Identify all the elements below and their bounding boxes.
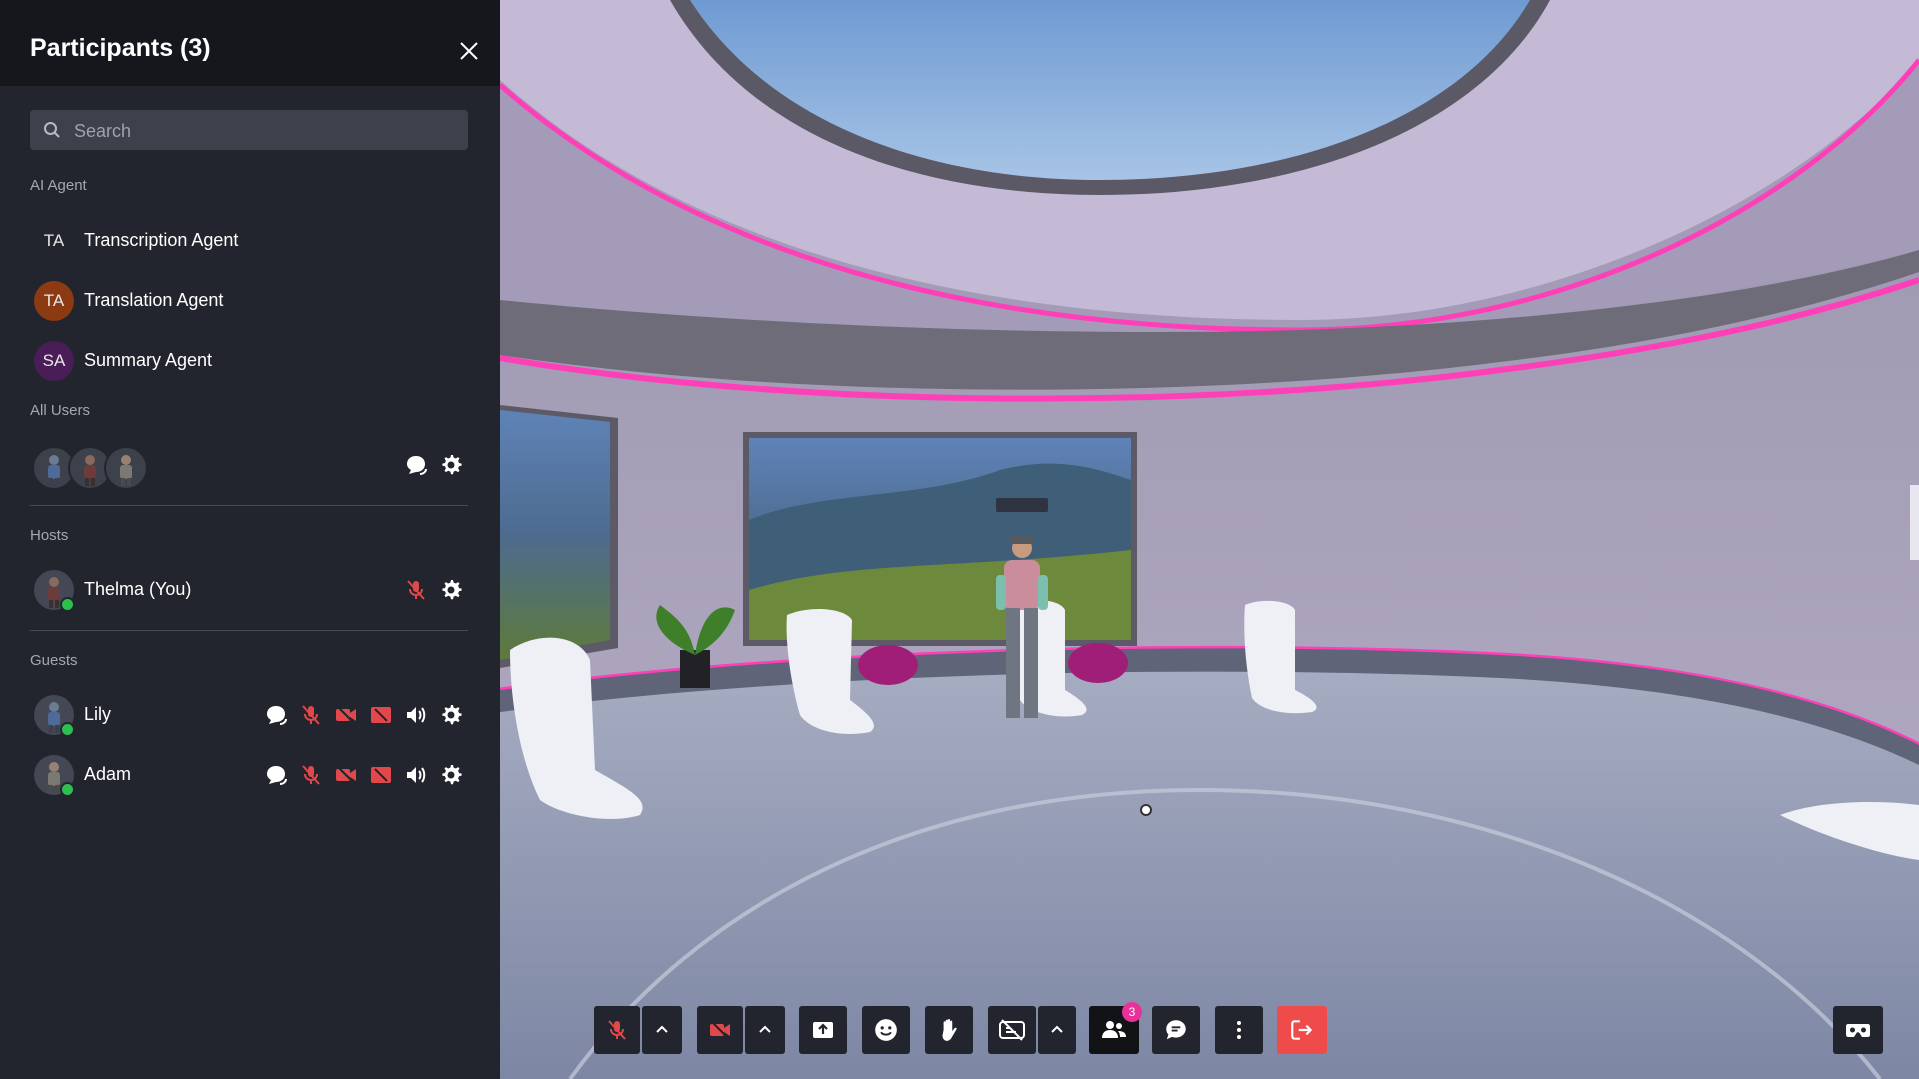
section-label-ai-agent: AI Agent	[30, 177, 87, 194]
search-icon	[44, 122, 60, 138]
online-status-indicator	[60, 597, 75, 612]
panel-header: Participants (3)	[0, 0, 500, 86]
emoji-icon	[875, 1019, 897, 1041]
section-label-all-users: All Users	[30, 402, 91, 419]
hand-icon	[942, 1019, 957, 1041]
chat-button[interactable]	[1152, 1006, 1200, 1054]
chevron-up-icon	[759, 1025, 771, 1033]
participant-name: Translation Agent	[84, 290, 224, 310]
search-box	[30, 110, 468, 152]
camera-options-button[interactable]	[745, 1006, 785, 1054]
mic-options-button[interactable]	[642, 1006, 682, 1054]
leave-icon	[1291, 1020, 1313, 1040]
list-item-thelma[interactable]: Thelma (You)	[30, 567, 470, 613]
chevron-up-icon	[656, 1025, 668, 1033]
divider	[30, 630, 468, 631]
vr-mode-button[interactable]	[1833, 1006, 1883, 1054]
avatar: SA	[34, 341, 74, 381]
users-icon	[1102, 1021, 1126, 1038]
private-chat-icon[interactable]	[264, 763, 288, 787]
private-chat-icon[interactable]	[404, 453, 428, 477]
section-label-hosts: Hosts	[30, 527, 69, 544]
section-label-guests: Guests	[30, 652, 78, 669]
participants-count-badge: 3	[1122, 1002, 1142, 1022]
list-item-summary-agent[interactable]: SA Summary Agent	[30, 338, 470, 384]
camera-off-icon	[710, 1020, 730, 1040]
screen-share-off-icon[interactable]	[369, 763, 393, 787]
chat-icon	[1166, 1020, 1186, 1040]
upload-icon	[813, 1022, 833, 1038]
avatar: TA	[43, 231, 65, 250]
speaker-icon[interactable]	[404, 703, 428, 727]
camera-toggle-button[interactable]	[697, 1006, 743, 1054]
participant-name: Adam	[84, 764, 132, 784]
more-vertical-icon	[1237, 1021, 1241, 1039]
reactions-button[interactable]	[862, 1006, 910, 1054]
mic-muted-icon[interactable]	[404, 578, 428, 602]
list-item-adam[interactable]: Adam	[30, 752, 470, 798]
gear-icon[interactable]	[439, 703, 463, 727]
leave-button[interactable]	[1277, 1006, 1327, 1054]
participant-name: Thelma (You)	[84, 579, 192, 599]
screen-share-off-icon[interactable]	[369, 703, 393, 727]
camera-off-icon[interactable]	[334, 763, 358, 787]
list-item-transcription-agent[interactable]: TA Transcription Agent	[30, 218, 470, 264]
share-screen-button[interactable]	[799, 1006, 847, 1054]
divider	[30, 505, 468, 506]
mic-muted-icon	[608, 1020, 626, 1040]
avatar	[104, 446, 148, 490]
mic-muted-icon[interactable]	[299, 763, 323, 787]
panel-title: Participants (3)	[30, 34, 211, 62]
room-scene	[500, 0, 1919, 1079]
participant-name: Lily	[84, 704, 112, 724]
captions-off-icon	[999, 1019, 1025, 1041]
chevron-up-icon	[1051, 1025, 1063, 1033]
close-icon[interactable]	[454, 36, 484, 66]
captions-options-button[interactable]	[1038, 1006, 1076, 1054]
gear-icon[interactable]	[439, 763, 463, 787]
captions-toggle-button[interactable]	[988, 1006, 1036, 1054]
raise-hand-button[interactable]	[925, 1006, 973, 1054]
list-item-lily[interactable]: Lily	[30, 692, 470, 738]
camera-off-icon[interactable]	[334, 703, 358, 727]
mic-muted-icon[interactable]	[299, 703, 323, 727]
more-options-button[interactable]	[1215, 1006, 1263, 1054]
list-item-translation-agent[interactable]: TA Translation Agent	[30, 278, 470, 324]
participants-panel: Participants (3) AI Agent TA Transcripti…	[0, 0, 500, 1079]
mic-toggle-button[interactable]	[594, 1006, 640, 1054]
private-chat-icon[interactable]	[264, 703, 288, 727]
online-status-indicator	[60, 782, 75, 797]
gear-icon[interactable]	[439, 578, 463, 602]
vr-headset-icon	[1846, 1024, 1870, 1037]
online-status-indicator	[60, 722, 75, 737]
speaker-icon[interactable]	[404, 763, 428, 787]
avatar: TA	[34, 281, 74, 321]
gear-icon[interactable]	[439, 453, 463, 477]
search-input[interactable]	[72, 110, 456, 152]
participant-name: Transcription Agent	[84, 230, 239, 250]
virtual-room-viewport[interactable]	[500, 0, 1919, 1079]
participant-name: Summary Agent	[84, 350, 213, 370]
